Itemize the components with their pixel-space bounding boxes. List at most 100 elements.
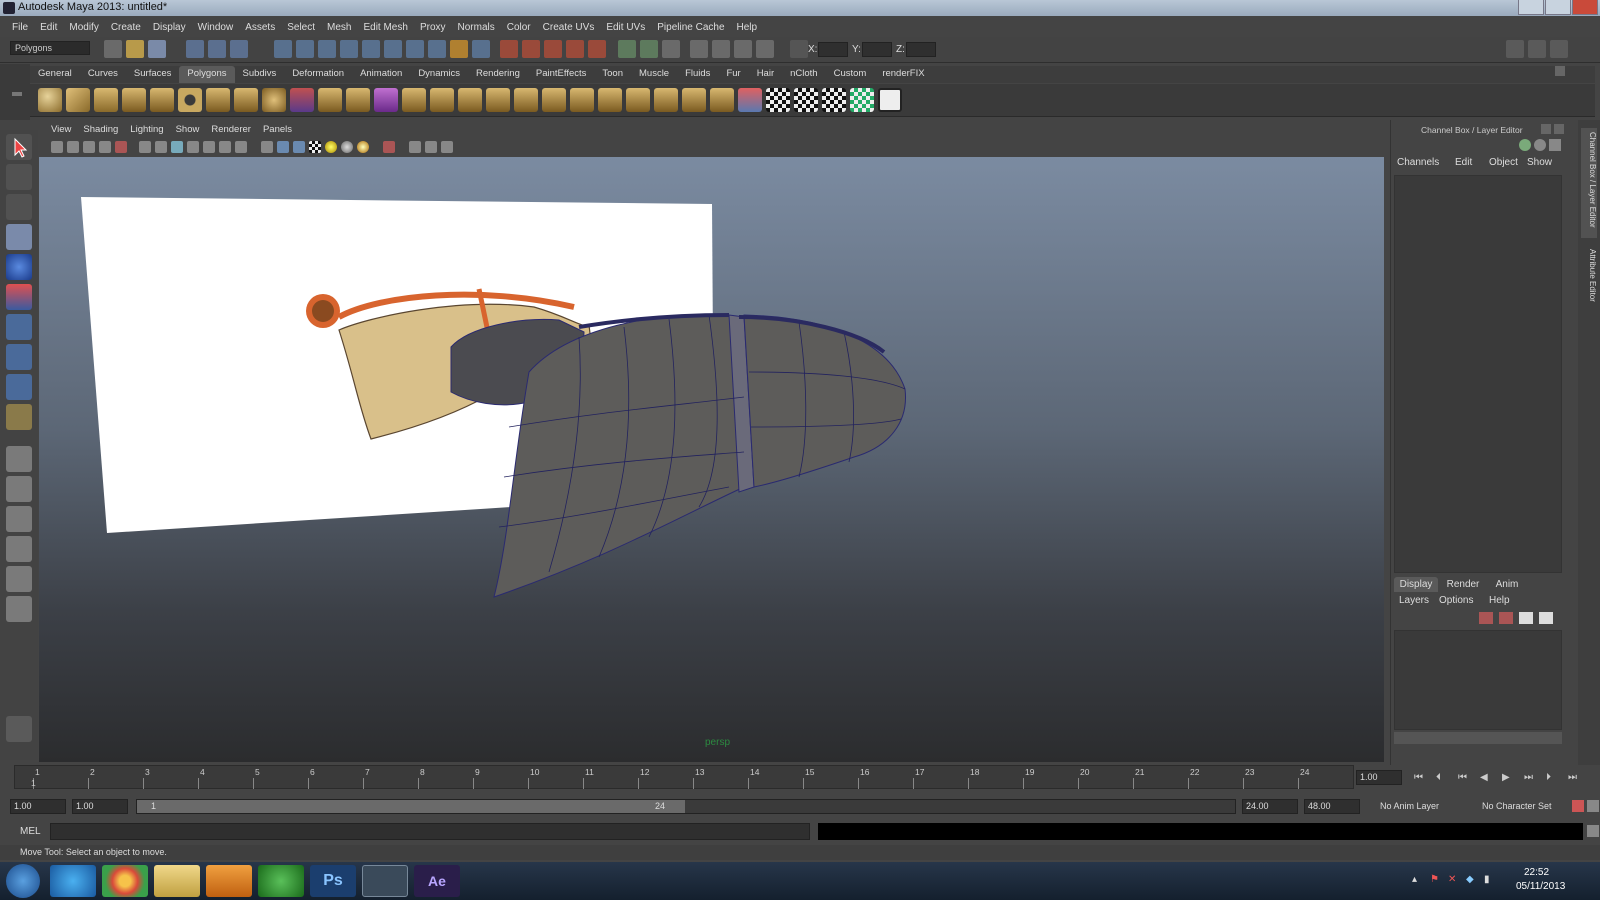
show-hide-tool-settings-icon[interactable] <box>1528 40 1546 58</box>
use-all-lights-icon[interactable] <box>325 141 337 153</box>
uv-layout-icon[interactable] <box>850 88 874 112</box>
selection-mask-icon[interactable] <box>472 40 490 58</box>
layer-menu-options[interactable]: Options <box>1439 595 1473 606</box>
channel-list[interactable] <box>1394 175 1562 573</box>
attribute-spread-icon[interactable] <box>734 40 752 58</box>
maya-taskbar-icon[interactable] <box>362 865 408 897</box>
soft-modification-icon[interactable] <box>6 344 32 370</box>
hypershade-icon[interactable] <box>566 40 584 58</box>
poly-sphere-icon[interactable] <box>38 88 62 112</box>
shelf-tab-toon[interactable]: Toon <box>594 66 631 83</box>
viewport-menu-show[interactable]: Show <box>170 124 206 138</box>
start-button-icon[interactable] <box>6 864 40 898</box>
media-player-icon[interactable] <box>206 865 252 897</box>
extrude-icon[interactable] <box>402 88 426 112</box>
merge-icon[interactable] <box>598 88 622 112</box>
menu-file[interactable]: File <box>6 22 34 33</box>
menu-select[interactable]: Select <box>281 22 321 33</box>
menu-edit-mesh[interactable]: Edit Mesh <box>357 22 413 33</box>
render-current-icon[interactable] <box>500 40 518 58</box>
shelf-tab-ncloth[interactable]: nCloth <box>782 66 825 83</box>
menu-assets[interactable]: Assets <box>239 22 281 33</box>
field-chart-icon[interactable] <box>203 141 215 153</box>
ipr-render-icon[interactable] <box>522 40 540 58</box>
menu-window[interactable]: Window <box>192 22 240 33</box>
make-live-icon[interactable] <box>362 40 380 58</box>
lock-icon[interactable] <box>450 40 468 58</box>
render-view-icon[interactable] <box>588 40 606 58</box>
script-editor-button-icon[interactable] <box>1587 825 1599 837</box>
command-language-label[interactable]: MEL <box>20 826 41 837</box>
menu-edit-uvs[interactable]: Edit UVs <box>600 22 651 33</box>
side-tab-channel-box[interactable]: Channel Box / Layer Editor <box>1581 128 1597 238</box>
shelf-tab-general[interactable]: General <box>30 66 80 83</box>
uv-checker-2-icon[interactable] <box>794 88 818 112</box>
snap-curve-icon[interactable] <box>296 40 314 58</box>
file-explorer-icon[interactable] <box>154 865 200 897</box>
layer-scrollbar[interactable] <box>1394 732 1562 744</box>
menu-set-selector[interactable]: Polygons <box>10 41 90 55</box>
action-center-icon[interactable]: ⚑ <box>1430 874 1439 885</box>
snap-point-icon[interactable] <box>318 40 336 58</box>
utorrent-icon[interactable] <box>258 865 304 897</box>
x-ray-icon[interactable] <box>409 141 421 153</box>
playback-end-field[interactable]: 24.00 <box>1242 799 1298 814</box>
shelf-tab-renderfix[interactable]: renderFIX <box>874 66 932 83</box>
open-scene-icon[interactable] <box>126 40 144 58</box>
go-to-end-icon[interactable]: ⏭ <box>1568 772 1577 783</box>
separate-icon[interactable] <box>318 88 342 112</box>
snap-grid-icon[interactable] <box>274 40 292 58</box>
perspective-viewport[interactable]: persp <box>39 157 1384 762</box>
clock-time[interactable]: 22:52 <box>1524 867 1549 878</box>
animation-end-field[interactable]: 48.00 <box>1304 799 1360 814</box>
anim-layer-selector[interactable]: No Anim Layer <box>1380 801 1439 811</box>
shelf-tab-rendering[interactable]: Rendering <box>468 66 528 83</box>
shelf-menu-icon[interactable] <box>12 92 22 96</box>
z-field[interactable] <box>906 42 936 57</box>
layer-menu-layers[interactable]: Layers <box>1399 595 1429 606</box>
duplicate-face-icon[interactable] <box>682 88 706 112</box>
maximize-button[interactable] <box>1545 0 1571 15</box>
scale-tool-icon[interactable] <box>6 284 32 310</box>
planar-mapping-icon[interactable] <box>710 88 734 112</box>
select-camera-icon[interactable] <box>51 141 63 153</box>
poly-pyramid-icon[interactable] <box>206 88 230 112</box>
wireframe-icon[interactable] <box>261 141 273 153</box>
poly-pipe-icon[interactable] <box>234 88 258 112</box>
menu-pipeline-cache[interactable]: Pipeline Cache <box>651 22 730 33</box>
command-input[interactable] <box>50 823 810 840</box>
sculpt-geometry-icon[interactable] <box>738 88 762 112</box>
poly-cone-icon[interactable] <box>122 88 146 112</box>
split-polygon-icon[interactable] <box>486 88 510 112</box>
shelf-tab-curves[interactable]: Curves <box>80 66 126 83</box>
layer-list[interactable] <box>1394 630 1562 730</box>
close-panel-icon[interactable] <box>1554 124 1564 134</box>
shelf-tab-fur[interactable]: Fur <box>718 66 748 83</box>
menu-normals[interactable]: Normals <box>452 22 501 33</box>
node-editor-icon[interactable] <box>756 40 774 58</box>
wedge-face-icon[interactable] <box>654 88 678 112</box>
volume-muted-icon[interactable]: ✕ <box>1448 874 1456 885</box>
x-field[interactable] <box>818 42 848 57</box>
animation-preferences-icon[interactable] <box>1587 800 1599 812</box>
new-layer-icon[interactable] <box>1479 612 1493 624</box>
hypershade-persp-layout-icon[interactable] <box>6 566 32 592</box>
image-plane-icon[interactable] <box>99 141 111 153</box>
bridge-icon[interactable] <box>430 88 454 112</box>
channel-menu-object[interactable]: Object <box>1489 157 1518 168</box>
shelf-tab-muscle[interactable]: Muscle <box>631 66 677 83</box>
viewport-menu-view[interactable]: View <box>45 124 77 138</box>
four-view-layout-icon[interactable] <box>6 476 32 502</box>
uv-checker-3-icon[interactable] <box>822 88 846 112</box>
viewport-menu-shading[interactable]: Shading <box>77 124 124 138</box>
graph-editor-icon[interactable] <box>640 40 658 58</box>
shelf-tab-custom[interactable]: Custom <box>826 66 875 83</box>
script-editor-icon[interactable] <box>712 40 730 58</box>
after-effects-icon[interactable]: Ae <box>414 865 460 897</box>
range-slider[interactable]: 1 24 <box>136 799 1236 814</box>
side-tab-attribute-editor[interactable]: Attribute Editor <box>1581 245 1597 315</box>
shelf-tab-subdivs[interactable]: Subdivs <box>235 66 285 83</box>
persp-graph-layout-icon[interactable] <box>6 536 32 562</box>
manipulator-icon[interactable] <box>1519 139 1531 151</box>
select-tool-icon[interactable] <box>6 134 32 160</box>
